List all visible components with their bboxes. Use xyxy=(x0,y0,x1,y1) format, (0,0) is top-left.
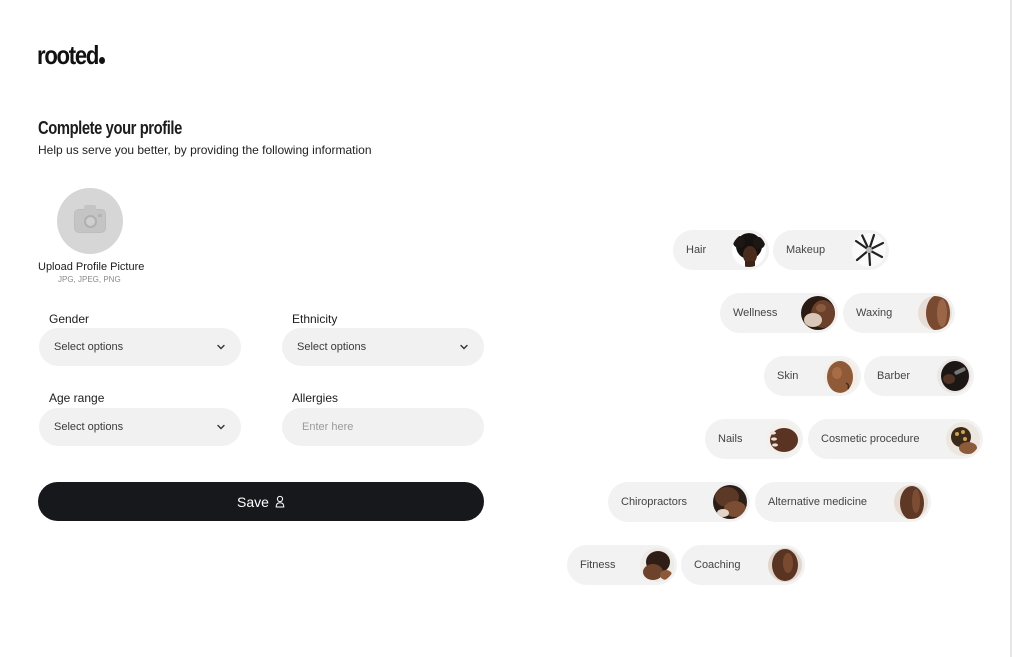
gender-select-value: Select options xyxy=(54,341,124,353)
skin-photo xyxy=(824,359,858,393)
wellness-photo xyxy=(801,296,835,330)
category-chip-waxing[interactable]: Waxing xyxy=(843,293,955,333)
person-icon xyxy=(275,495,285,508)
category-chip-nails[interactable]: Nails xyxy=(705,419,803,459)
category-chip-chiropractors[interactable]: Chiropractors xyxy=(608,482,750,522)
category-label: Waxing xyxy=(856,307,893,319)
ethnicity-label: Ethnicity xyxy=(292,312,338,326)
chiropractors-photo xyxy=(713,485,747,519)
ethnicity-select-value: Select options xyxy=(297,341,367,353)
hair-photo xyxy=(732,233,766,267)
category-label: Fitness xyxy=(580,559,616,571)
category-label: Wellness xyxy=(733,307,778,319)
cosmetic-procedure-photo xyxy=(946,422,980,456)
page-subtitle: Help us serve you better, by providing t… xyxy=(38,143,372,157)
logo-dot xyxy=(98,57,105,64)
upload-formats: JPG, JPEG, PNG xyxy=(58,275,121,284)
category-chip-coaching[interactable]: Coaching xyxy=(681,545,805,585)
save-button[interactable]: Save xyxy=(38,482,484,521)
age-range-select-value: Select options xyxy=(54,421,124,433)
brand-logo[interactable]: rooted xyxy=(37,40,105,71)
profile-picture-upload[interactable] xyxy=(57,188,123,254)
category-chip-alternative-medicine[interactable]: Alternative medicine xyxy=(755,482,931,522)
coaching-photo xyxy=(768,548,802,582)
category-chip-hair[interactable]: Hair xyxy=(673,230,769,270)
makeup-brushes-photo xyxy=(852,233,886,267)
ethnicity-select[interactable]: Select options xyxy=(282,328,484,366)
alternative-medicine-photo xyxy=(894,485,928,519)
category-chip-skin[interactable]: Skin xyxy=(764,356,861,396)
nails-photo xyxy=(766,422,800,456)
chevron-down-icon xyxy=(216,422,226,432)
gender-select[interactable]: Select options xyxy=(39,328,241,366)
camera-icon xyxy=(74,205,106,233)
logo-text: rooted xyxy=(37,40,99,70)
category-label: Cosmetic procedure xyxy=(821,433,920,445)
waxing-photo xyxy=(918,296,952,330)
category-chip-makeup[interactable]: Makeup xyxy=(773,230,889,270)
category-chip-fitness[interactable]: Fitness xyxy=(567,545,677,585)
category-label: Barber xyxy=(877,370,911,382)
age-range-label: Age range xyxy=(49,391,105,405)
category-label: Coaching xyxy=(694,559,741,571)
allergies-input[interactable] xyxy=(297,421,469,433)
category-label: Nails xyxy=(718,433,743,445)
gender-label: Gender xyxy=(49,312,90,326)
chevron-down-icon xyxy=(459,342,469,352)
category-label: Chiropractors xyxy=(621,496,688,508)
upload-label: Upload Profile Picture xyxy=(38,261,145,273)
category-chip-barber[interactable]: Barber xyxy=(864,356,974,396)
page-title: Complete your profile xyxy=(38,118,182,138)
category-label: Skin xyxy=(777,370,799,382)
fitness-photo xyxy=(640,548,674,582)
category-label: Hair xyxy=(686,244,707,256)
category-label: Makeup xyxy=(786,244,826,256)
age-range-select[interactable]: Select options xyxy=(39,408,241,446)
category-chip-wellness[interactable]: Wellness xyxy=(720,293,838,333)
allergies-field[interactable] xyxy=(282,408,484,446)
allergies-label: Allergies xyxy=(292,391,339,405)
barber-photo xyxy=(937,359,971,393)
category-label: Alternative medicine xyxy=(768,496,868,508)
category-chip-cosmetic-procedure[interactable]: Cosmetic procedure xyxy=(808,419,983,459)
save-button-label: Save xyxy=(237,493,269,510)
chevron-down-icon xyxy=(216,342,226,352)
